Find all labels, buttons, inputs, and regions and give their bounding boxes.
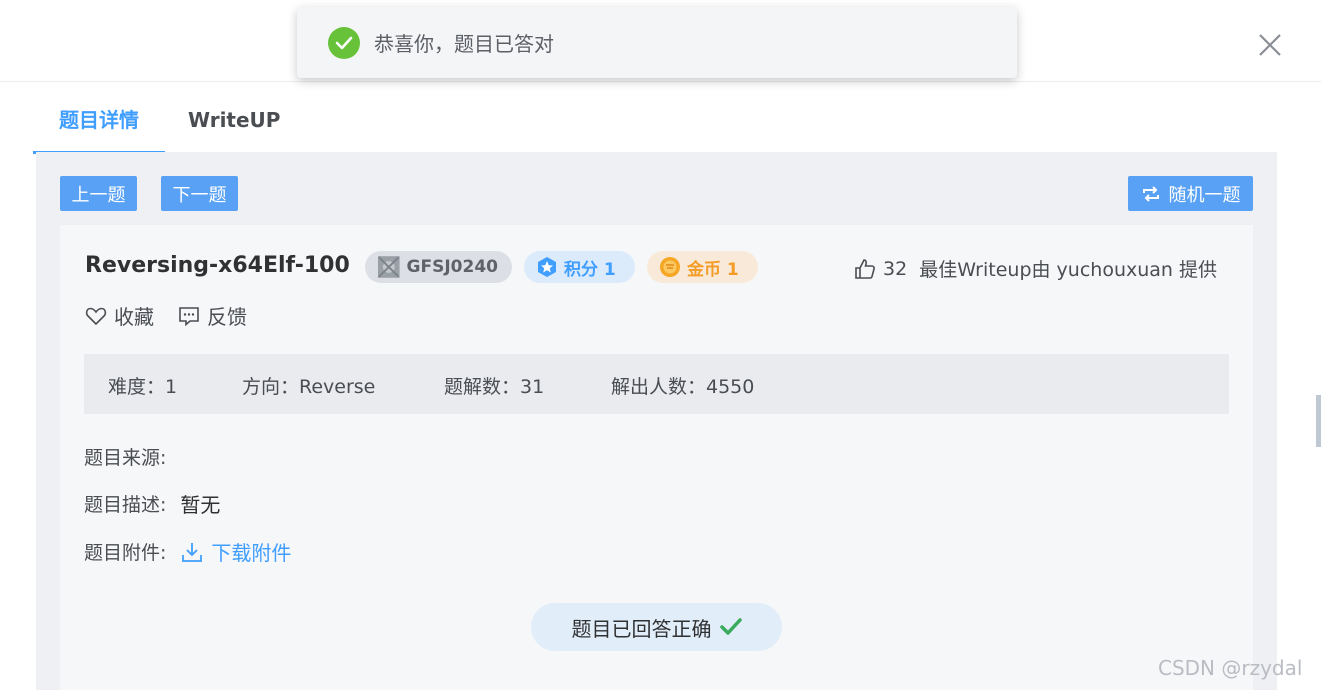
random-challenge-label: 随机一题 bbox=[1168, 184, 1241, 206]
answered-label: 题目已回答正确 bbox=[571, 616, 712, 641]
next-challenge-button[interactable]: 下一题 bbox=[161, 176, 238, 211]
likes-count: 32 bbox=[883, 257, 908, 280]
direction: 方向：Reverse bbox=[242, 376, 376, 398]
challenge-panel: 上一题 下一题 随机一题 Reversing-x64Elf-100 GFSJ02… bbox=[36, 152, 1277, 690]
shuffle-icon bbox=[1142, 185, 1159, 202]
description-row: 题目描述: 暂无 bbox=[84, 489, 220, 518]
description-value: 暂无 bbox=[180, 493, 221, 517]
favorite-label: 收藏 bbox=[114, 305, 154, 329]
challenge-card: Reversing-x64Elf-100 GFSJ0240 积分 1 金币 1 … bbox=[60, 225, 1253, 690]
source-row: 题目来源: bbox=[84, 443, 166, 470]
difficulty: 难度：1 bbox=[108, 376, 178, 398]
challenge-id-badge: GFSJ0240 bbox=[365, 251, 512, 283]
challenge-actions: 收藏 反馈 bbox=[85, 301, 271, 330]
star-badge-icon bbox=[538, 257, 556, 277]
avatar-icon bbox=[377, 256, 400, 278]
challenge-stats: 难度：1 方向：Reverse 题解数：31 解出人数：4550 bbox=[84, 354, 1229, 414]
page-edge-strip bbox=[1316, 395, 1321, 447]
tab-writeup[interactable]: WriteUP bbox=[188, 96, 280, 154]
feedback-button[interactable]: 反馈 bbox=[178, 301, 247, 330]
feedback-label: 反馈 bbox=[207, 305, 247, 329]
description-label: 题目描述: bbox=[84, 494, 167, 516]
check-circle-icon bbox=[328, 26, 360, 59]
best-writeup-text: 最佳Writeup由 yuchouxuan 提供 bbox=[919, 259, 1217, 281]
solver-count: 解出人数：4550 bbox=[611, 376, 755, 398]
answered-status: 题目已回答正确 bbox=[531, 603, 782, 651]
score-badge: 积分 1 bbox=[524, 251, 635, 283]
challenge-id: GFSJ0240 bbox=[406, 257, 498, 277]
gold-value: 金币 1 bbox=[687, 259, 739, 280]
attachment-label: 题目附件: bbox=[84, 542, 167, 564]
download-attachment-link[interactable]: 下载附件 bbox=[180, 537, 291, 566]
source-label: 题目来源: bbox=[84, 447, 167, 469]
solve-count: 题解数：31 bbox=[444, 376, 545, 398]
prev-challenge-button[interactable]: 上一题 bbox=[60, 176, 137, 211]
gold-badge: 金币 1 bbox=[647, 251, 758, 283]
coin-icon bbox=[660, 257, 680, 277]
checkmark-icon bbox=[719, 618, 742, 635]
download-icon bbox=[182, 542, 203, 562]
likes-info: 32 最佳Writeup由 yuchouxuan 提供 bbox=[854, 255, 1217, 282]
random-challenge-button[interactable]: 随机一题 bbox=[1128, 176, 1253, 211]
toast-message: 恭喜你，题目已答对 bbox=[374, 32, 554, 56]
close-icon[interactable] bbox=[1255, 30, 1285, 60]
thumbs-up-icon[interactable] bbox=[854, 258, 876, 280]
page: 题目详情 WriteUP 上一题 下一题 随机一题 Reversing-x64E… bbox=[0, 0, 1321, 690]
attachment-row: 题目附件: 下载附件 bbox=[84, 537, 291, 566]
comment-icon bbox=[179, 306, 199, 326]
watermark: CSDN @rzydal bbox=[1158, 656, 1303, 680]
favorite-button[interactable]: 收藏 bbox=[85, 301, 154, 330]
challenge-title: Reversing-x64Elf-100 bbox=[85, 253, 350, 278]
success-toast: 恭喜你，题目已答对 bbox=[297, 7, 1017, 78]
tab-challenge-details[interactable]: 题目详情 bbox=[33, 96, 165, 154]
download-label: 下载附件 bbox=[211, 541, 292, 565]
heart-icon bbox=[85, 307, 107, 325]
score-value: 积分 1 bbox=[564, 259, 616, 280]
